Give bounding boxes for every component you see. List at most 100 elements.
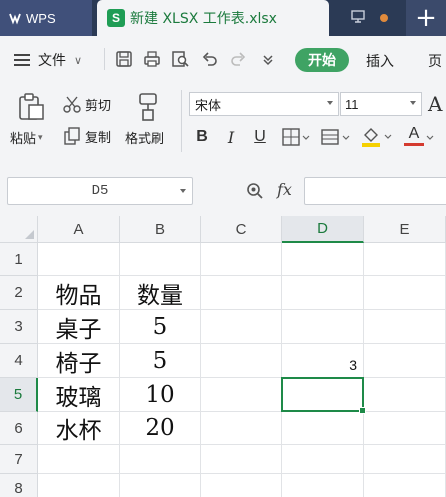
cell-c5[interactable] xyxy=(201,378,282,412)
cell-d7[interactable] xyxy=(282,445,364,474)
cell-c4[interactable] xyxy=(201,344,282,378)
customize-toolbar-icon[interactable] xyxy=(258,49,278,69)
underline-button[interactable]: U xyxy=(249,126,271,148)
row-header-6[interactable]: 6 xyxy=(0,412,38,445)
cell-a1[interactable] xyxy=(38,243,120,276)
cell-e1[interactable] xyxy=(364,243,446,276)
cell-e4[interactable] xyxy=(364,344,446,378)
cell-d1[interactable] xyxy=(282,243,364,276)
column-header-d[interactable]: D xyxy=(282,216,364,243)
cell-d3[interactable] xyxy=(282,310,364,344)
font-color-letter: A xyxy=(408,125,420,142)
row-header-8[interactable]: 8 xyxy=(0,474,38,497)
cell-a2[interactable]: 物品 xyxy=(38,276,120,310)
cell-a5[interactable]: 玻璃 xyxy=(38,378,120,412)
select-all-button[interactable] xyxy=(0,216,38,243)
fill-color-icon[interactable] xyxy=(360,125,394,149)
cell-format-icon[interactable] xyxy=(320,127,352,147)
cell-a3[interactable]: 桌子 xyxy=(38,310,120,344)
column-header-e[interactable]: E xyxy=(364,216,446,243)
menu-bar: 文件 ∨ 开始 插入 页 xyxy=(0,36,446,82)
file-menu[interactable]: 文件 ∨ xyxy=(14,50,82,70)
paste-button[interactable]: 粘贴 ▾ xyxy=(10,128,43,147)
increase-font-size-button[interactable]: A xyxy=(428,92,442,116)
row-header-3[interactable]: 3 xyxy=(0,310,38,344)
tab-page-layout[interactable]: 页 xyxy=(428,51,442,71)
cell-c8[interactable] xyxy=(201,474,282,497)
cell-a8[interactable] xyxy=(38,474,120,497)
cell-e3[interactable] xyxy=(364,310,446,344)
redo-icon[interactable] xyxy=(228,49,248,69)
tab-start[interactable]: 开始 xyxy=(295,48,349,72)
wps-tab-label: WPS xyxy=(26,10,56,26)
cell-e5[interactable] xyxy=(364,378,446,412)
cut-button[interactable]: 剪切 xyxy=(62,94,111,114)
caret-down-icon: ▾ xyxy=(38,132,43,143)
scissors-icon xyxy=(63,96,81,113)
document-tab-title: 新建 XLSX 工作表.xlsx xyxy=(130,11,277,27)
cell-b7[interactable] xyxy=(120,445,201,474)
function-button[interactable]: fx xyxy=(277,180,292,199)
cell-e6[interactable] xyxy=(364,412,446,445)
row-header-4[interactable]: 4 xyxy=(0,344,38,378)
format-painter-button[interactable]: 格式刷 xyxy=(125,128,164,147)
formula-input[interactable] xyxy=(304,177,446,205)
spreadsheet-grid[interactable]: A B C D E 1 2 物品 数量 3 桌子 5 4 椅子 5 3 5 玻璃 10 6 水杯 20 7 8 xyxy=(0,216,446,497)
caret-down-icon xyxy=(327,101,333,105)
row-header-1[interactable]: 1 xyxy=(0,243,38,276)
cell-b6[interactable]: 20 xyxy=(120,412,201,445)
zoom-icon[interactable] xyxy=(246,182,264,200)
italic-button[interactable]: I xyxy=(220,126,242,148)
cell-c2[interactable] xyxy=(201,276,282,310)
font-color-button[interactable]: A xyxy=(404,125,424,146)
font-name-select[interactable]: 宋体 xyxy=(189,92,339,116)
copy-label: 复制 xyxy=(85,130,112,146)
cell-c3[interactable] xyxy=(201,310,282,344)
cell-b4[interactable]: 5 xyxy=(120,344,201,378)
font-size-select[interactable]: 11 xyxy=(340,92,422,116)
cell-c6[interactable] xyxy=(201,412,282,445)
row-header-7[interactable]: 7 xyxy=(0,445,38,474)
cell-b1[interactable] xyxy=(120,243,201,276)
print-icon[interactable] xyxy=(142,49,162,69)
borders-icon[interactable] xyxy=(281,127,311,147)
name-box[interactable]: D5 xyxy=(7,177,193,205)
monitor-icon[interactable] xyxy=(350,9,366,25)
column-header-b[interactable]: B xyxy=(120,216,201,243)
cell-e8[interactable] xyxy=(364,474,446,497)
column-header-c[interactable]: C xyxy=(201,216,282,243)
cell-e7[interactable] xyxy=(364,445,446,474)
cell-d4[interactable]: 3 xyxy=(282,344,364,378)
undo-icon[interactable] xyxy=(200,49,220,69)
caret-down-icon[interactable] xyxy=(425,134,435,142)
divider xyxy=(104,48,105,70)
divider xyxy=(181,90,182,152)
cell-a6[interactable]: 水杯 xyxy=(38,412,120,445)
column-header-a[interactable]: A xyxy=(38,216,120,243)
wps-home-tab[interactable]: WPS xyxy=(0,0,92,36)
cell-b5[interactable]: 10 xyxy=(120,378,201,412)
copy-button[interactable]: 复制 xyxy=(62,126,111,146)
row-header-5[interactable]: 5 xyxy=(0,378,38,412)
cell-d6[interactable] xyxy=(282,412,364,445)
cell-a7[interactable] xyxy=(38,445,120,474)
cell-d8[interactable] xyxy=(282,474,364,497)
cell-b2[interactable]: 数量 xyxy=(120,276,201,310)
paste-icon[interactable] xyxy=(16,92,46,122)
cell-d2[interactable] xyxy=(282,276,364,310)
save-icon[interactable] xyxy=(114,49,134,69)
document-tab[interactable]: S 新建 XLSX 工作表.xlsx xyxy=(97,0,329,36)
cell-c7[interactable] xyxy=(201,445,282,474)
cell-e2[interactable] xyxy=(364,276,446,310)
format-painter-icon[interactable] xyxy=(134,92,162,122)
cell-c1[interactable] xyxy=(201,243,282,276)
cell-a4[interactable]: 椅子 xyxy=(38,344,120,378)
cell-b3[interactable]: 5 xyxy=(120,310,201,344)
print-preview-icon[interactable] xyxy=(170,49,190,69)
row-header-2[interactable]: 2 xyxy=(0,276,38,310)
tab-insert[interactable]: 插入 xyxy=(366,51,394,71)
cell-b8[interactable] xyxy=(120,474,201,497)
bold-button[interactable]: B xyxy=(191,126,213,148)
active-cell-selection[interactable] xyxy=(281,377,366,414)
new-tab-button[interactable]: + xyxy=(406,0,446,36)
